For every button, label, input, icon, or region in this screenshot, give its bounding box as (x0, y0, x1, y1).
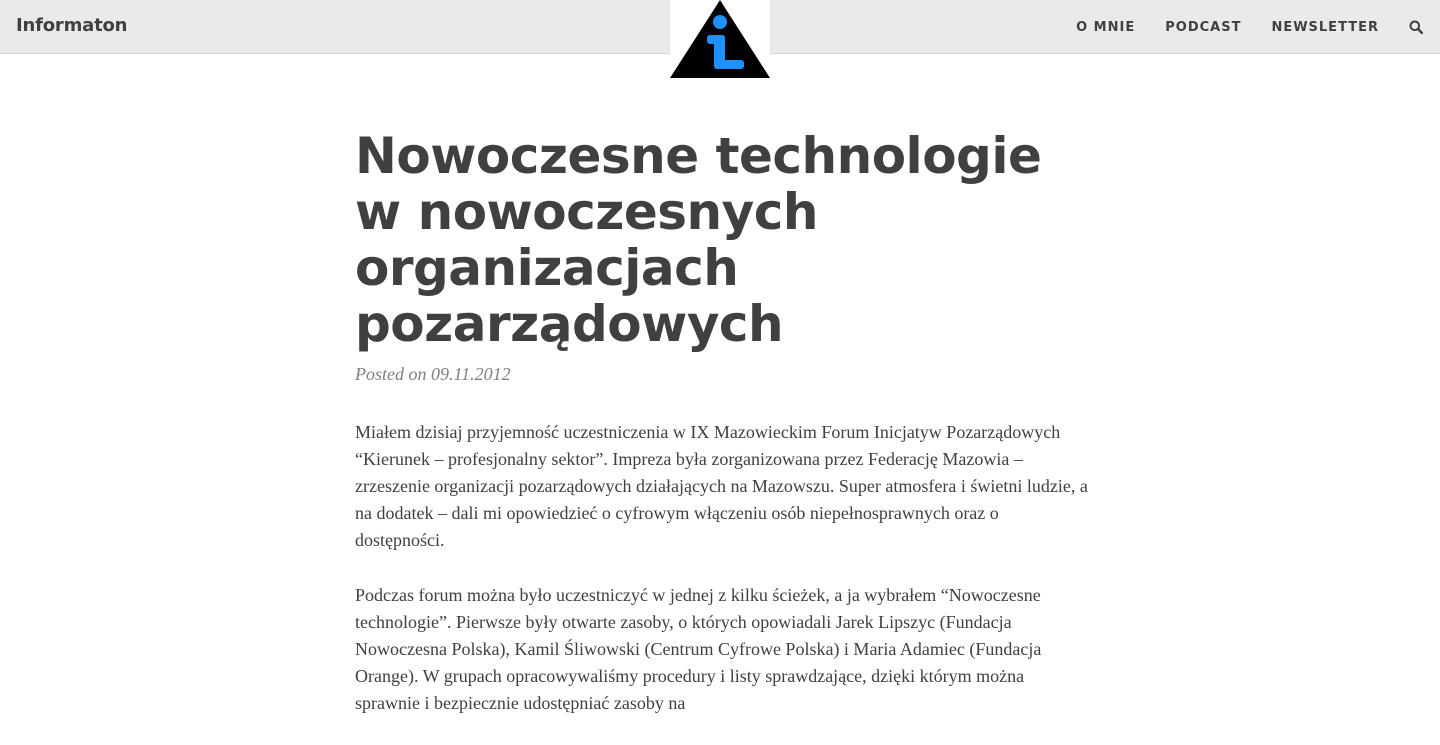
search-button[interactable] (1409, 20, 1423, 34)
top-navigation-bar: Informaton O MNIE PODCAST NEWSLETTER (0, 0, 1440, 78)
post-paragraph: Miałem dzisiaj przyjemność uczestniczeni… (355, 422, 1088, 550)
post-body: Miałem dzisiaj przyjemność uczestniczeni… (355, 419, 1090, 717)
info-warning-triangle-icon (670, 0, 770, 78)
nav-link-newsletter[interactable]: NEWSLETTER (1271, 20, 1379, 35)
post-date-link[interactable]: 09.11.2012 (431, 364, 511, 384)
post-title: Nowoczesne technologie w nowoczesnych or… (355, 127, 1042, 353)
post-article: Nowoczesne technologie w nowoczesnych or… (355, 128, 1095, 745)
nav-link-podcast[interactable]: PODCAST (1165, 20, 1241, 35)
site-brand-link[interactable]: Informaton (16, 15, 127, 36)
post-paragraph: Podczas forum można było uczestniczyć w … (355, 585, 1042, 713)
posted-on-label: Posted on (355, 364, 431, 384)
main-menu: O MNIE PODCAST NEWSLETTER (1076, 0, 1440, 54)
nav-link-o-mnie[interactable]: O MNIE (1076, 20, 1135, 35)
search-icon (1409, 20, 1423, 34)
post-meta: Posted on 09.11.2012 (355, 364, 1095, 385)
site-logo[interactable] (670, 0, 770, 78)
